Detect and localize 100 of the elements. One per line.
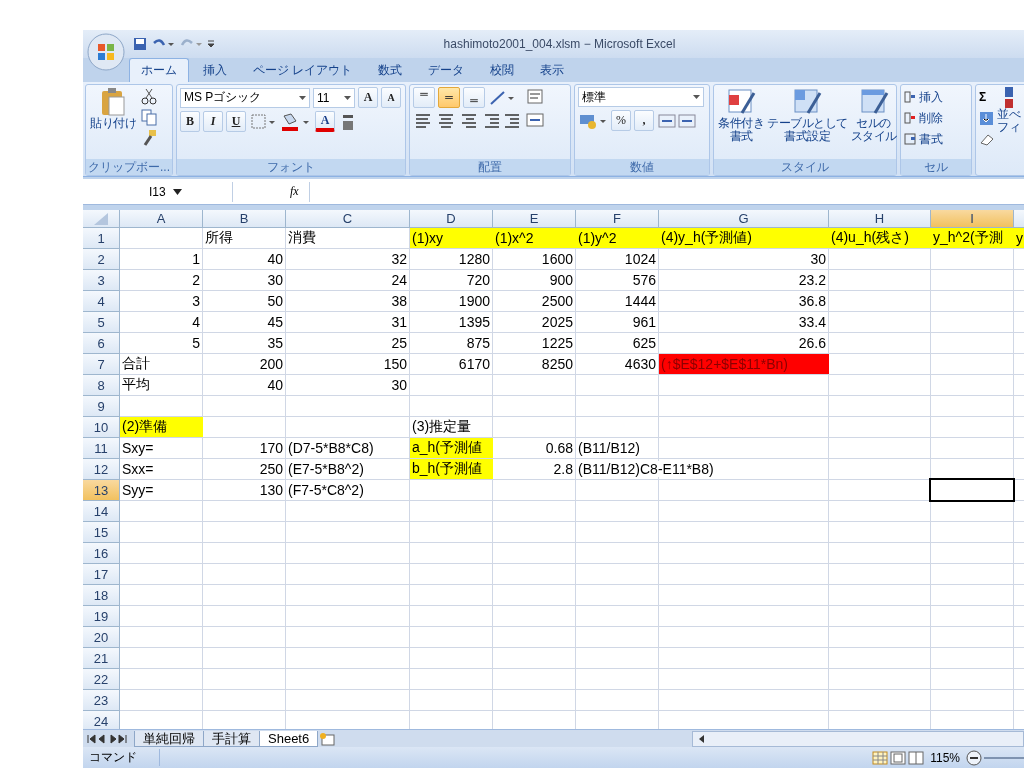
column-header[interactable]: F [576,210,659,228]
dropdown-icon[interactable] [173,188,182,195]
horizontal-scrollbar[interactable] [692,730,1024,747]
column-header[interactable]: I [931,210,1014,228]
number-format-field[interactable]: 標準 [578,87,704,107]
row-header[interactable]: 17 [83,564,120,585]
cell-command-button[interactable]: 挿入 [904,87,968,107]
align-icon[interactable] [438,87,460,108]
cell-text: 合計 [122,355,150,373]
page-layout-view-icon[interactable] [890,750,907,765]
comma-button[interactable]: , [634,110,654,131]
dropdown-arrow-icon[interactable] [344,95,351,100]
sheet-tab[interactable]: Sheet6 [259,730,319,747]
autosum-button[interactable]: Σ [979,87,995,107]
row-header[interactable]: 22 [83,669,120,690]
row-header[interactable]: 11 [83,438,120,459]
ribbon-tab[interactable]: 数式 [366,58,415,82]
grow-font-button[interactable]: A [358,87,378,108]
row-header[interactable]: 7 [83,354,120,375]
highlighted-cell: (4)u_h(残さ) [829,228,931,248]
style-button[interactable]: 条件付き 書式 [717,87,765,157]
align-icon[interactable] [463,87,485,108]
row-header[interactable]: 24 [83,711,120,729]
italic-button[interactable]: I [203,111,223,132]
dropdown-arrow-icon[interactable] [693,95,700,99]
row-header[interactable]: 5 [83,312,120,333]
text-align-icon[interactable] [436,111,456,131]
ribbon-tab[interactable]: 挿入 [191,58,239,82]
row-header[interactable]: 4 [83,291,120,312]
wrap-text-icon[interactable] [525,87,545,107]
row-header[interactable]: 21 [83,648,120,669]
sort-filter-button[interactable]: 並べ フィ [996,87,1021,157]
cut-icon[interactable] [140,87,158,105]
shrink-font-button[interactable]: A [381,87,401,108]
row-header[interactable]: 19 [83,606,120,627]
column-header[interactable]: D [410,210,493,228]
cell-command-button[interactable]: 書式 [904,129,968,149]
font-name-field[interactable]: MS Pゴシック [180,87,310,108]
bold-button[interactable]: B [180,111,200,132]
style-button[interactable]: セルの スタイル [849,87,898,157]
row-header[interactable]: 3 [83,270,120,291]
row-header[interactable]: 16 [83,543,120,564]
row-header[interactable]: 1 [83,228,120,249]
insert-function-button[interactable]: fx [290,184,299,199]
font-color-button[interactable]: A [315,111,335,132]
sheet-tab[interactable]: 単純回帰 [134,730,204,747]
column-header[interactable]: A [120,210,203,228]
active-cell[interactable] [931,480,1013,500]
cell-text: 2.8 [553,461,573,477]
ribbon-tab[interactable]: 校閲 [478,58,527,82]
save-icon[interactable] [133,37,147,51]
row-header[interactable]: 20 [83,627,120,648]
underline-button[interactable]: U [226,111,246,132]
text-align-icon[interactable] [413,111,433,131]
column-header[interactable]: C [286,210,410,228]
row-header[interactable]: 9 [83,396,120,417]
row-header[interactable]: 23 [83,690,120,711]
row-header[interactable]: 12 [83,459,120,480]
row-header[interactable]: 15 [83,522,120,543]
dropdown-arrow-icon[interactable] [299,95,306,100]
zoom-out-icon[interactable] [966,749,982,766]
row-header[interactable]: 2 [83,249,120,270]
ribbon-tab[interactable]: 表示 [528,58,577,82]
font-size-field[interactable]: 11 [313,87,355,108]
style-button[interactable]: テーブルとして 書式設定 [766,87,849,157]
cell-text: 8250 [541,356,573,372]
ribbon-tab[interactable]: データ [416,58,477,82]
percent-button[interactable]: % [611,110,631,131]
ribbon-tab[interactable]: ホーム [129,58,189,82]
row-header[interactable]: 13 [83,480,120,501]
cell-text: 200 [259,356,283,372]
row-header[interactable]: 18 [83,585,120,606]
sheet-grid[interactable] [83,210,1024,729]
column-header[interactable]: H [829,210,931,228]
row-header[interactable]: 6 [83,333,120,354]
ribbon-tab[interactable]: ページ レイアウト [241,58,365,82]
align-icon[interactable] [413,87,435,108]
cell-text: 900 [549,272,573,288]
paste-button[interactable]: 貼り付け [89,87,137,157]
row-header[interactable]: 14 [83,501,120,522]
fill-color-icon[interactable] [280,111,312,132]
highlighted-cell: (4)y_h(予測値) [659,228,829,248]
cell-text: 170 [259,440,283,456]
row-header[interactable]: 8 [83,375,120,396]
row-header[interactable]: 10 [83,417,120,438]
indent-icon[interactable] [482,111,522,131]
text-align-icon[interactable] [459,111,479,131]
fill-down-icon[interactable] [979,110,995,128]
cell-command-button[interactable]: 削除 [904,108,968,128]
column-header[interactable]: E [493,210,576,228]
merge-cells-icon[interactable] [525,110,545,130]
sort-icon [1004,87,1013,108]
page-break-view-icon[interactable] [908,750,925,765]
cell-text: 23.2 [798,272,826,288]
column-header[interactable]: B [203,210,286,228]
cell-text: 50 [267,293,283,309]
zoom-level[interactable]: 115% [930,750,960,765]
scroll-left-icon[interactable] [697,733,707,744]
sheet-tab[interactable]: 手計算 [203,730,260,747]
column-header[interactable]: G [659,210,829,228]
